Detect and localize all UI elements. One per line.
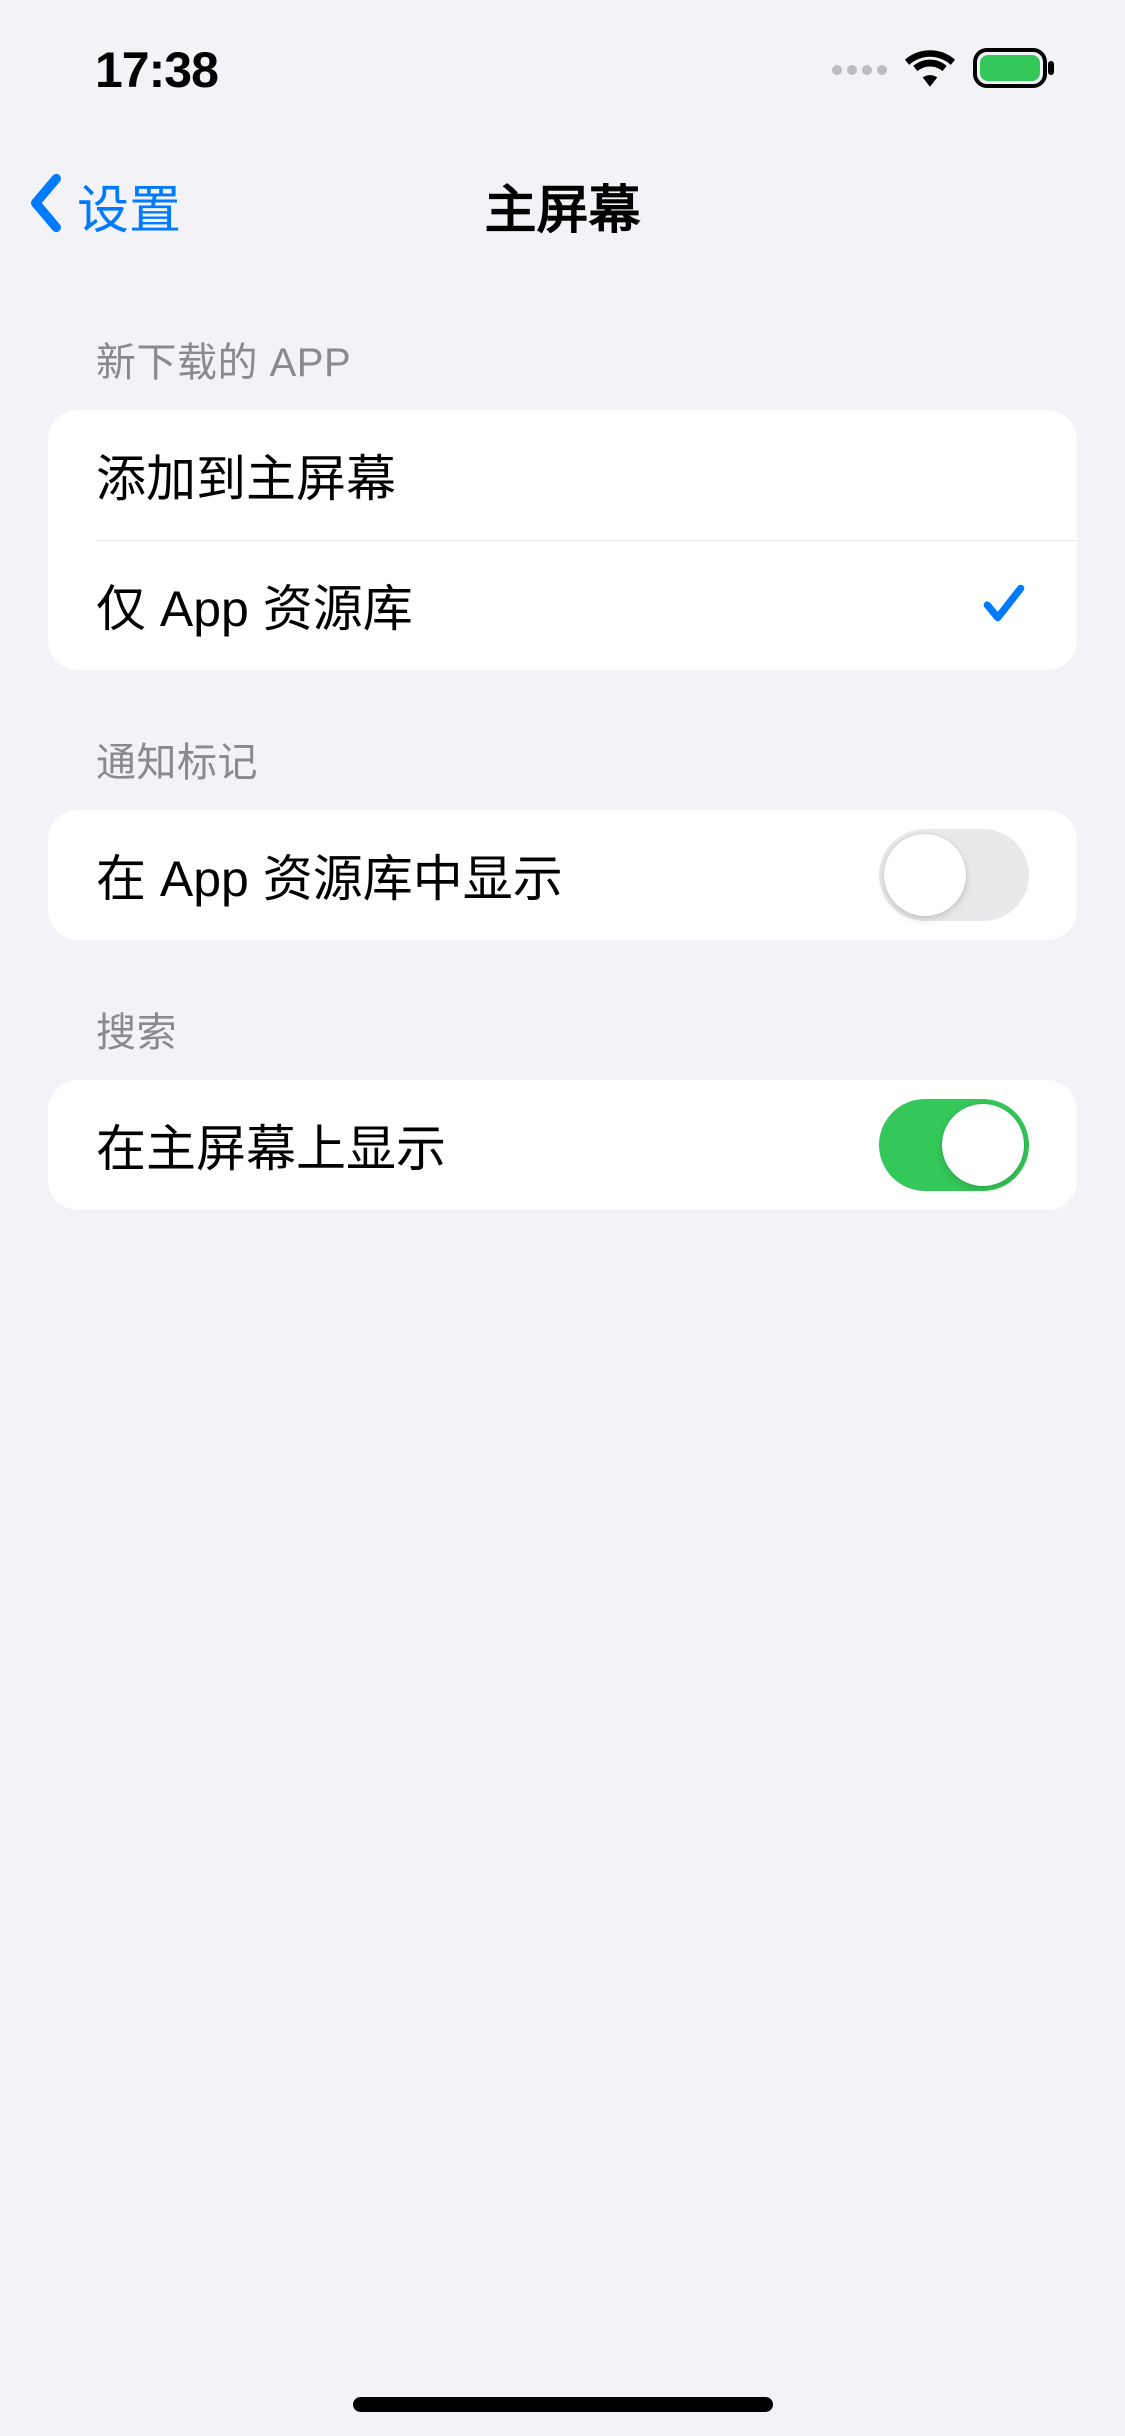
toggle-label: 在 App 资源库中显示 xyxy=(96,839,563,911)
option-label: 添加到主屏幕 xyxy=(96,439,396,511)
status-bar: 17:38 xyxy=(0,0,1125,140)
status-icons xyxy=(832,48,1055,93)
toggle-show-on-home[interactable] xyxy=(879,1099,1029,1191)
settings-group-search: 在主屏幕上显示 xyxy=(48,1080,1077,1210)
toggle-knob xyxy=(884,834,966,916)
toggle-label: 在主屏幕上显示 xyxy=(96,1109,446,1181)
wifi-icon xyxy=(905,49,955,92)
content: 新下载的 APP 添加到主屏幕 仅 App 资源库 通知标记 在 App 资源库… xyxy=(0,270,1125,1210)
option-label: 仅 App 资源库 xyxy=(96,569,413,641)
toggle-knob xyxy=(942,1104,1024,1186)
signal-dots-icon xyxy=(832,65,887,75)
checkmark-icon xyxy=(979,578,1029,633)
toggle-row-show-on-home: 在主屏幕上显示 xyxy=(48,1080,1077,1210)
toggle-row-show-in-app-library: 在 App 资源库中显示 xyxy=(48,810,1077,940)
section-header-notification-badges: 通知标记 xyxy=(48,670,1077,810)
back-label: 设置 xyxy=(77,168,181,243)
back-button[interactable]: 设置 xyxy=(25,168,181,243)
battery-icon xyxy=(973,48,1055,93)
page-title: 主屏幕 xyxy=(484,168,640,243)
toggle-show-in-app-library[interactable] xyxy=(879,829,1029,921)
option-app-library-only[interactable]: 仅 App 资源库 xyxy=(48,540,1077,670)
status-time: 17:38 xyxy=(95,41,218,99)
navigation-bar: 设置 主屏幕 xyxy=(0,140,1125,270)
option-add-to-home[interactable]: 添加到主屏幕 xyxy=(48,410,1077,540)
home-indicator xyxy=(353,2397,773,2412)
chevron-left-icon xyxy=(25,173,65,238)
settings-group-notification-badges: 在 App 资源库中显示 xyxy=(48,810,1077,940)
settings-group-new-downloads: 添加到主屏幕 仅 App 资源库 xyxy=(48,410,1077,670)
section-header-search: 搜索 xyxy=(48,940,1077,1080)
section-header-new-downloads: 新下载的 APP xyxy=(48,270,1077,410)
